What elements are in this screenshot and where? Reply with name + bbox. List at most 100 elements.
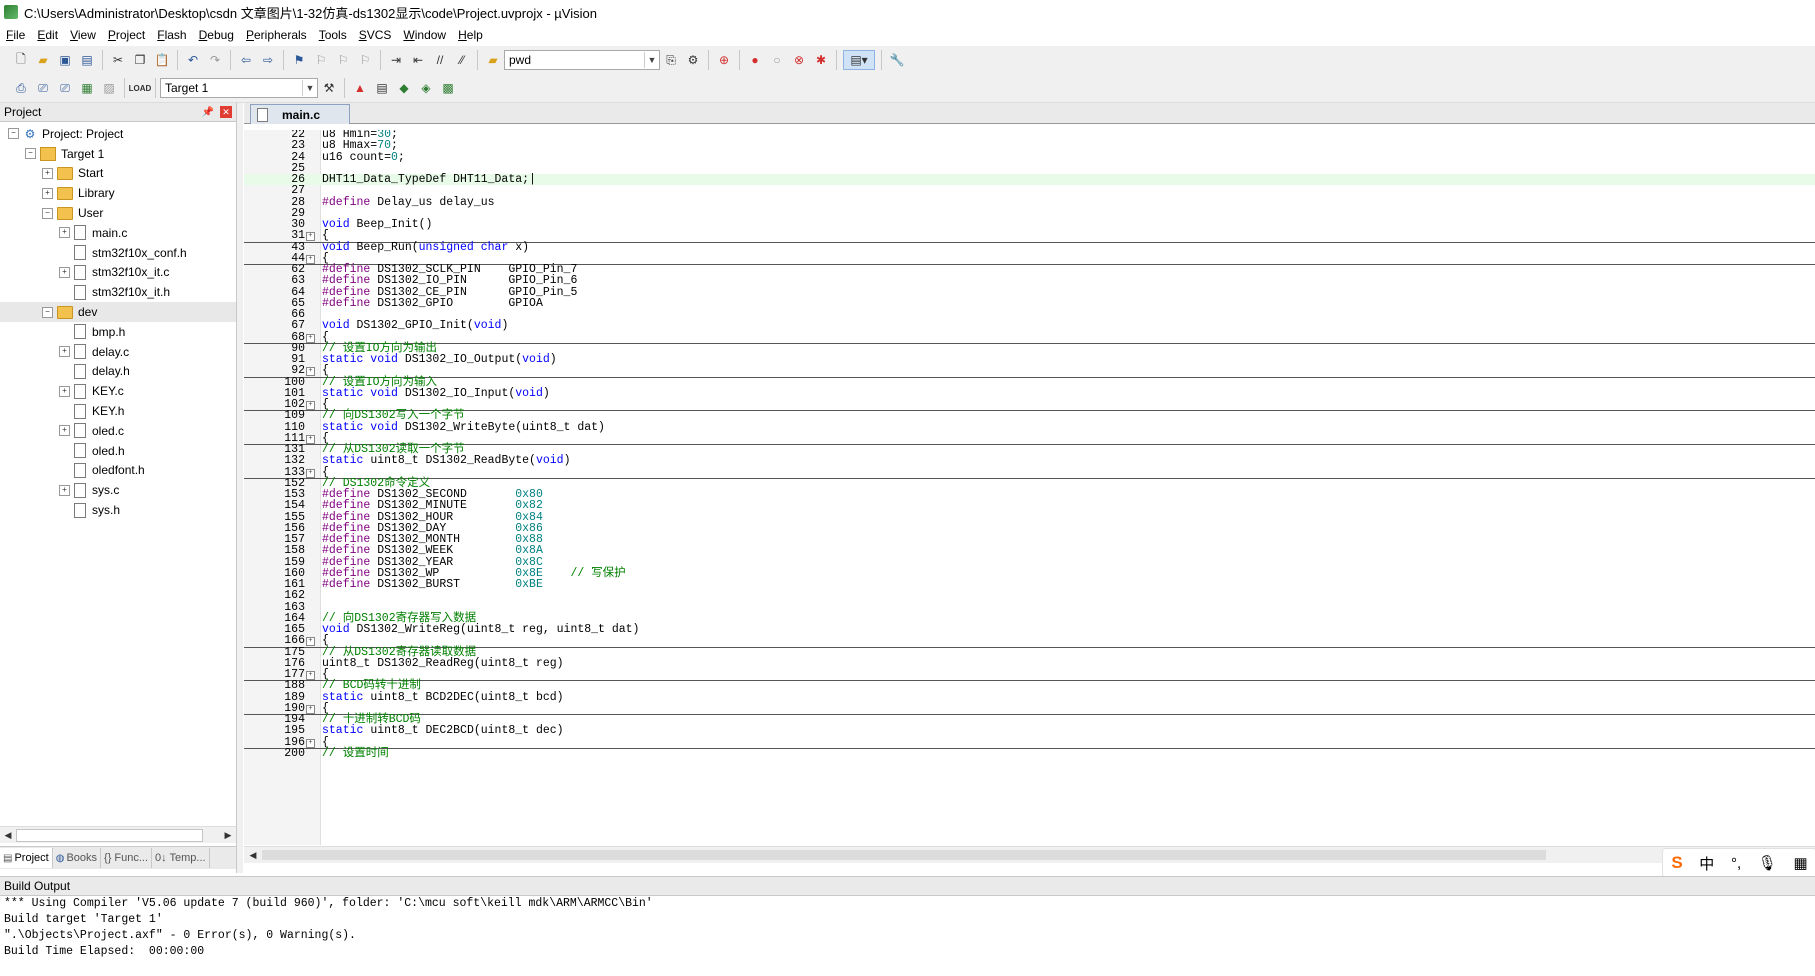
fold-expand-icon[interactable]: + xyxy=(306,401,315,410)
tree-item-file[interactable]: sys.h xyxy=(0,500,236,520)
tab-main-c[interactable]: main.c xyxy=(250,104,350,124)
tree-item-file[interactable]: + oled.c xyxy=(0,421,236,441)
code-editor[interactable]: 22 u8 Hmin=30; 23 u8 Hmax=70; 24 u16 count=0;… xyxy=(244,130,1815,845)
tree-item-file[interactable]: + sys.c xyxy=(0,480,236,500)
disable-breakpoint-icon[interactable]: ○ xyxy=(768,51,786,69)
redo-icon[interactable]: ↷ xyxy=(206,51,224,69)
menu-debug[interactable]: Debug xyxy=(193,28,240,42)
code-line[interactable]: 165 void DS1302_WriteReg(uint8_t reg, uin… xyxy=(244,624,1815,636)
tree-item-file[interactable]: bmp.h xyxy=(0,322,236,342)
scrollbar-thumb[interactable] xyxy=(16,829,203,842)
comment-icon[interactable]: // xyxy=(431,51,449,69)
tree-item-file[interactable]: + delay.c xyxy=(0,342,236,362)
tree-item-file[interactable]: + main.c xyxy=(0,223,236,243)
tree-item-project[interactable]: − ⚙ Project: Project xyxy=(0,124,236,144)
chevron-down-icon[interactable]: ▼ xyxy=(644,52,659,68)
collapse-icon[interactable]: − xyxy=(8,128,19,140)
wrench-icon[interactable]: 🔧 xyxy=(888,51,906,69)
scroll-left-icon[interactable]: ◀ xyxy=(246,848,260,862)
code-line[interactable]: 163 xyxy=(244,601,1815,613)
undo-icon[interactable]: ↶ xyxy=(184,51,202,69)
expand-icon[interactable]: + xyxy=(59,227,70,239)
target-select[interactable]: Target 1 ▼ xyxy=(160,78,318,98)
fold-expand-icon[interactable]: + xyxy=(306,434,315,444)
expand-icon[interactable]: + xyxy=(59,346,70,358)
scroll-right-icon[interactable]: ▶ xyxy=(221,828,235,842)
collapse-icon[interactable]: − xyxy=(42,207,53,219)
code-line[interactable]: 91 static void DS1302_IO_Output(void) xyxy=(244,354,1815,366)
tab-templates[interactable]: 0↓ Temp... xyxy=(152,848,210,868)
tree-item-file[interactable]: + KEY.c xyxy=(0,381,236,401)
batch-build-icon[interactable]: ▦ xyxy=(78,79,96,97)
tab-project[interactable]: ▤ Project xyxy=(0,848,53,868)
code-line[interactable]: 195 static uint8_t DEC2BCD(uint8_t dec) xyxy=(244,725,1815,737)
code-line[interactable]: 24 u16 count=0; xyxy=(244,151,1815,163)
next-bookmark-icon[interactable]: ⚐ xyxy=(334,51,352,69)
menu-svcs[interactable]: SVCS xyxy=(353,28,398,42)
fold-expand-icon[interactable]: + xyxy=(306,254,315,264)
tree-item-file[interactable]: stm32f10x_it.h xyxy=(0,282,236,302)
manage-multi-project-icon[interactable]: ▤ xyxy=(373,79,391,97)
panel-splitter[interactable] xyxy=(237,103,243,873)
expand-icon[interactable]: + xyxy=(42,187,53,199)
expand-icon[interactable]: + xyxy=(59,266,70,278)
copy-icon[interactable]: ❐ xyxy=(131,51,149,69)
code-line[interactable]: 161 #define DS1302_BURST 0xBE xyxy=(244,579,1815,591)
fold-expand-icon[interactable]: + xyxy=(306,671,315,680)
incremental-find-icon[interactable]: ⎘ xyxy=(662,51,680,69)
pin-icon[interactable]: 📌 xyxy=(202,107,214,118)
expand-icon[interactable]: + xyxy=(59,425,70,437)
clear-bookmarks-icon[interactable]: ⚐ xyxy=(356,51,374,69)
code-line[interactable]: 132 static uint8_t DS1302_ReadByte(void) xyxy=(244,455,1815,467)
menu-view[interactable]: View xyxy=(64,28,102,42)
new-file-icon[interactable]: 🗋 xyxy=(12,51,30,69)
code-line[interactable]: 176 uint8_t DS1302_ReadReg(uint8_t reg) xyxy=(244,657,1815,669)
manage-project-items-icon[interactable]: ▲ xyxy=(351,79,369,97)
project-horizontal-scrollbar[interactable]: ◀ ▶ xyxy=(0,826,236,843)
debug-session-icon[interactable]: ⊕ xyxy=(715,51,733,69)
tree-item-file[interactable]: stm32f10x_conf.h xyxy=(0,243,236,263)
tree-item-file[interactable]: + stm32f10x_it.c xyxy=(0,263,236,283)
tree-item-file[interactable]: oledfont.h xyxy=(0,461,236,481)
build-icon[interactable]: ⎚ xyxy=(34,79,52,97)
target-options-icon[interactable]: ⚒ xyxy=(320,79,338,97)
scroll-left-icon[interactable]: ◀ xyxy=(1,828,15,842)
configure-icon[interactable]: ⚙ xyxy=(684,51,702,69)
expand-icon[interactable]: + xyxy=(42,167,53,179)
menu-flash[interactable]: Flash xyxy=(151,28,192,42)
scrollbar-thumb[interactable] xyxy=(262,850,1546,860)
kill-all-breakpoints-icon[interactable]: ✱ xyxy=(812,51,830,69)
code-line[interactable]: 200 // 设置时间 xyxy=(244,747,1815,759)
bookmark-icon[interactable]: ⚑ xyxy=(290,51,308,69)
save-all-icon[interactable]: ▤ xyxy=(78,51,96,69)
fold-expand-icon[interactable]: + xyxy=(306,637,315,647)
rebuild-icon[interactable]: ⎚ xyxy=(56,79,74,97)
fold-expand-icon[interactable]: + xyxy=(306,232,315,242)
pack-installer-icon[interactable]: ◈ xyxy=(417,79,435,97)
code-line[interactable]: 26 DHT11_Data_TypeDef DHT11_Data;| xyxy=(244,174,1815,185)
code-line[interactable]: 67 void DS1302_GPIO_Init(void) xyxy=(244,320,1815,332)
microphone-icon[interactable]: 🎙 xyxy=(1758,854,1777,872)
chevron-down-icon[interactable]: ▼ xyxy=(302,80,317,96)
indent-icon[interactable]: ⇥ xyxy=(387,51,405,69)
fold-expand-icon[interactable]: + xyxy=(306,333,315,343)
find-combo[interactable]: pwd ▼ xyxy=(504,50,660,70)
code-line[interactable]: 29 xyxy=(244,207,1815,219)
tree-item-folder[interactable]: + Start xyxy=(0,164,236,184)
unindent-icon[interactable]: ⇤ xyxy=(409,51,427,69)
collapse-icon[interactable]: − xyxy=(25,148,36,160)
editor-horizontal-scrollbar[interactable]: ◀ xyxy=(244,846,1815,863)
close-icon[interactable]: ✕ xyxy=(220,106,232,118)
open-file-icon[interactable]: ▰ xyxy=(34,51,52,69)
tree-item-file[interactable]: delay.h xyxy=(0,362,236,382)
fold-expand-icon[interactable]: + xyxy=(306,704,315,714)
code-line[interactable]: 101 static void DS1302_IO_Input(void) xyxy=(244,387,1815,399)
code-line[interactable]: 30 void Beep_Init() xyxy=(244,219,1815,231)
collapse-icon[interactable]: − xyxy=(42,306,53,318)
select-packs-icon[interactable]: ◆ xyxy=(395,79,413,97)
save-icon[interactable]: ▣ xyxy=(56,51,74,69)
punctuation-icon[interactable]: °, xyxy=(1731,855,1741,872)
manage-rte-icon[interactable]: ▩ xyxy=(439,79,457,97)
code-line[interactable]: 110 static void DS1302_WriteByte(uint8_t … xyxy=(244,421,1815,433)
stop-build-icon[interactable]: ▨ xyxy=(100,79,118,97)
